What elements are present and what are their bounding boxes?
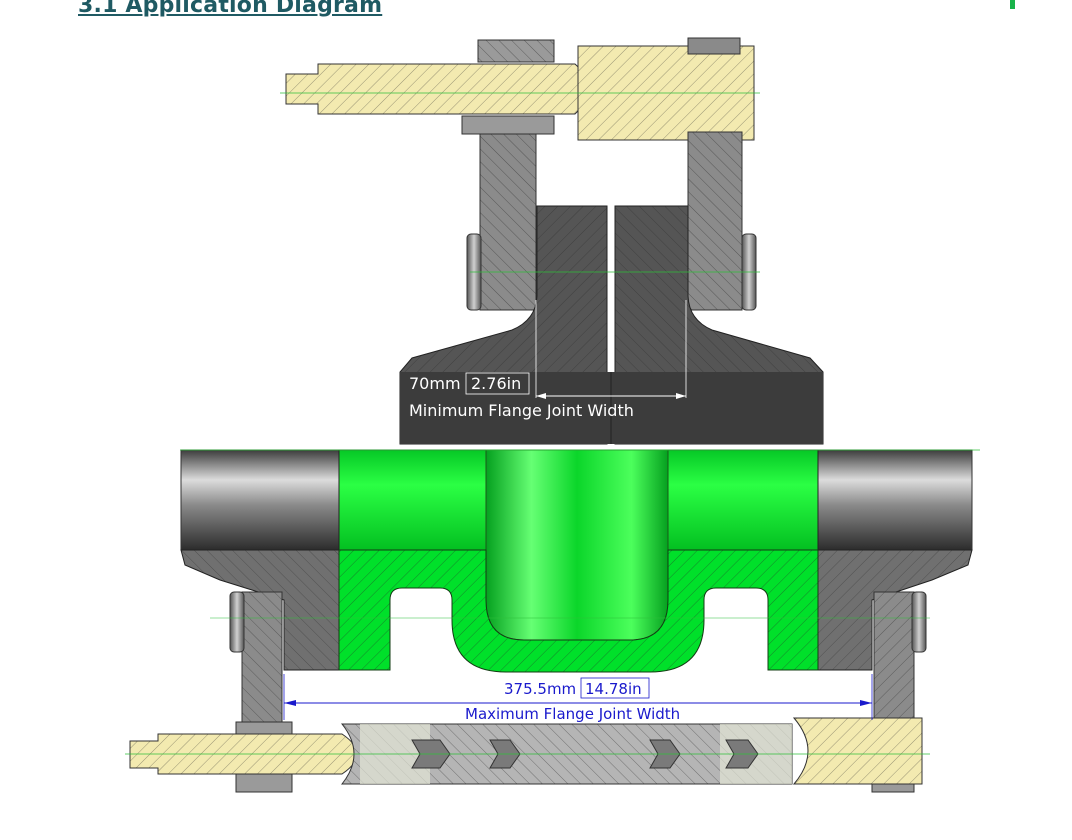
flange-joint-diagram: 70mm 2.76in Minimum Flange Joint Width 3… xyxy=(125,37,980,793)
min-width-caption: Minimum Flange Joint Width xyxy=(409,401,634,420)
min-width-in: 2.76in xyxy=(471,374,521,393)
lower-rod-right xyxy=(817,449,973,551)
min-width-mm: 70mm xyxy=(409,374,461,393)
highlight-cup xyxy=(485,449,669,641)
upper-clamp-assembly: 70mm 2.76in Minimum Flange Joint Width xyxy=(280,37,824,445)
lower-rod-left xyxy=(180,449,340,551)
max-width-mm: 375.5mm xyxy=(504,680,576,698)
lower-right-pin xyxy=(911,591,927,653)
lower-clamp-assembly: 375.5mm 14.78in Maximum Flange Joint Wid… xyxy=(125,449,980,793)
max-width-caption: Maximum Flange Joint Width xyxy=(465,705,680,723)
lower-left-pin xyxy=(229,591,245,653)
max-width-in: 14.78in xyxy=(585,680,642,698)
